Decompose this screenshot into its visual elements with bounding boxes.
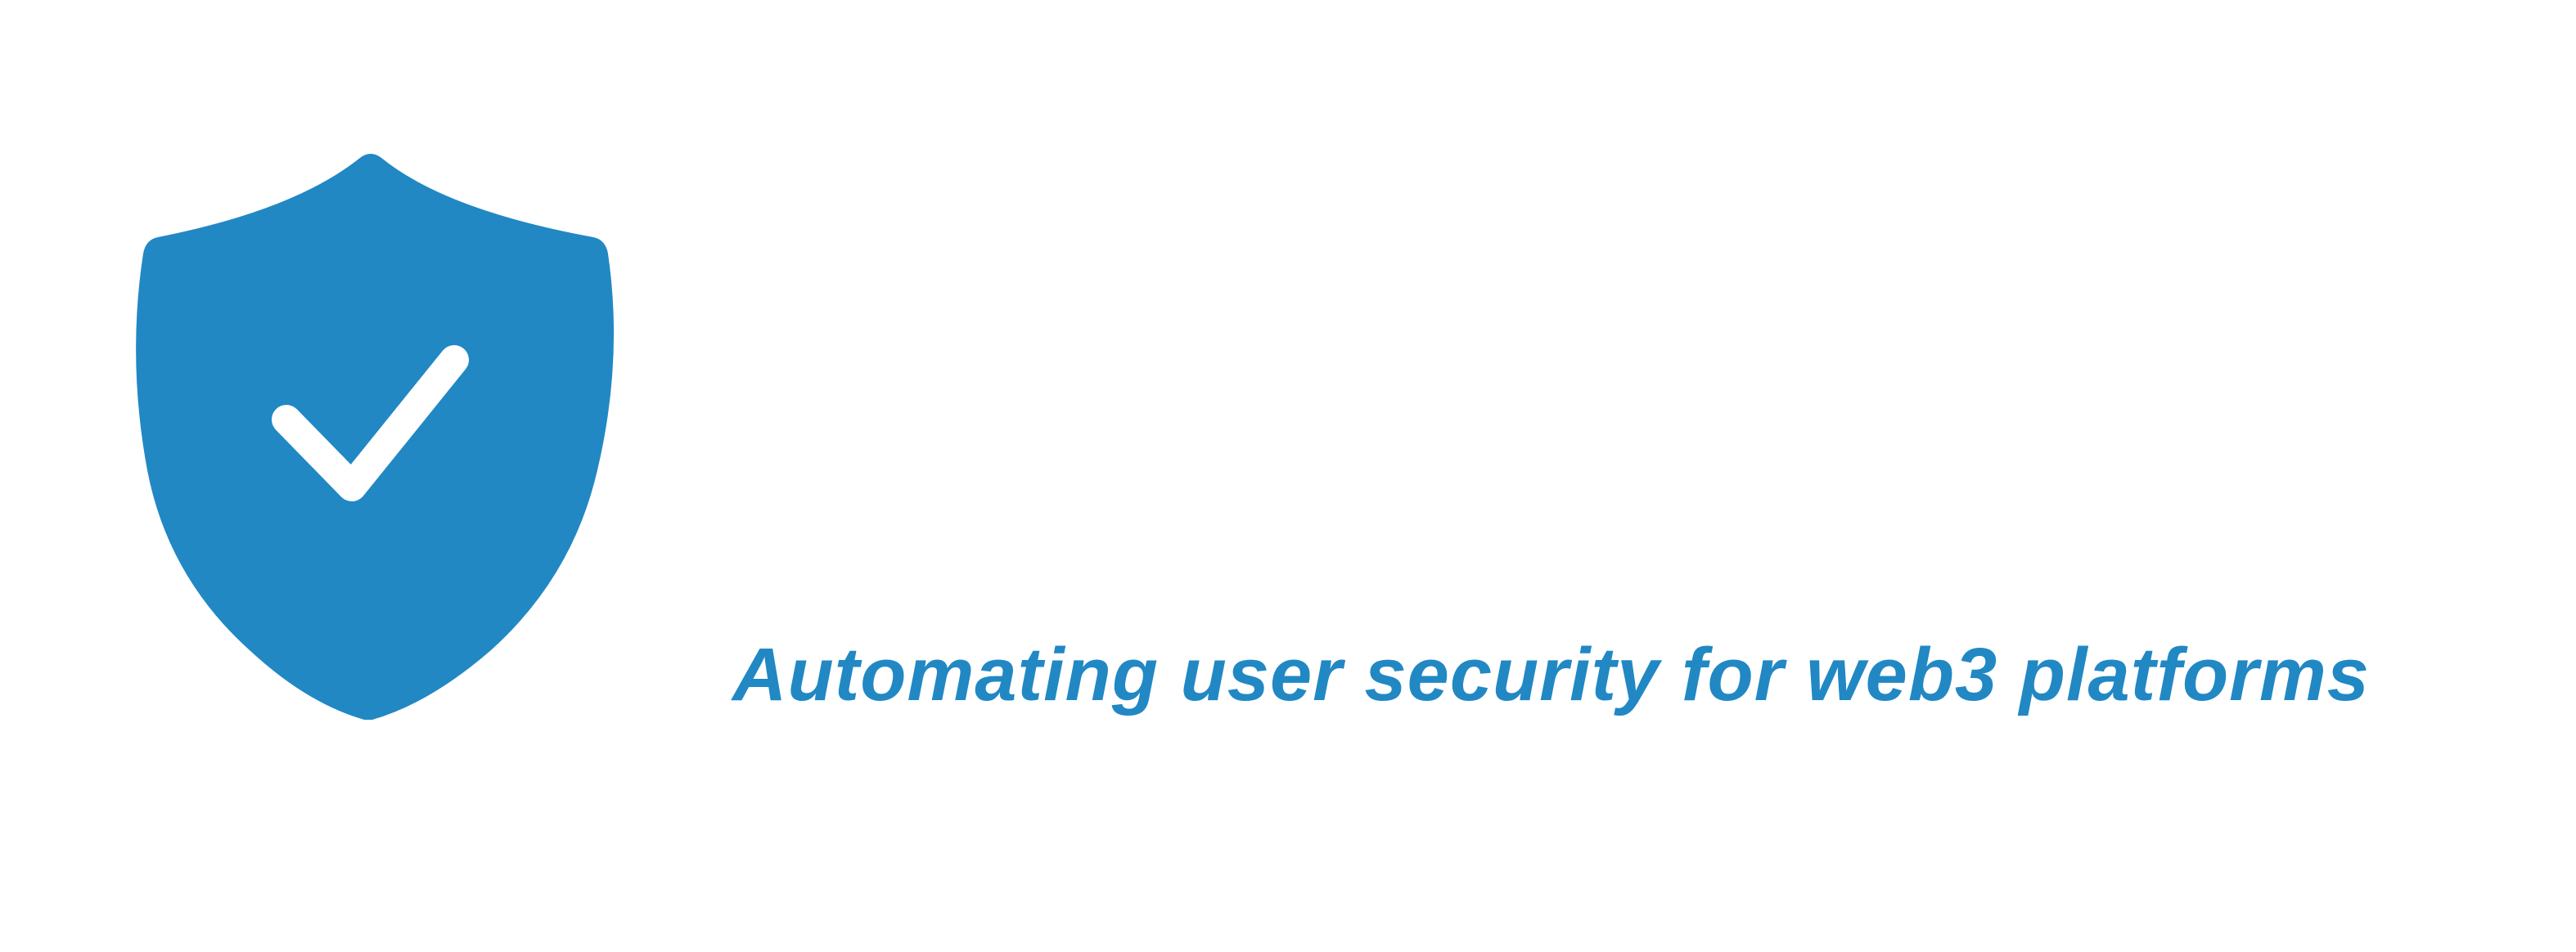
tagline-text: Automating user security for web3 platfo… <box>732 633 2370 716</box>
shield-check-icon <box>136 154 615 720</box>
brand-logo: Automating user security for web3 platfo… <box>0 0 2576 952</box>
